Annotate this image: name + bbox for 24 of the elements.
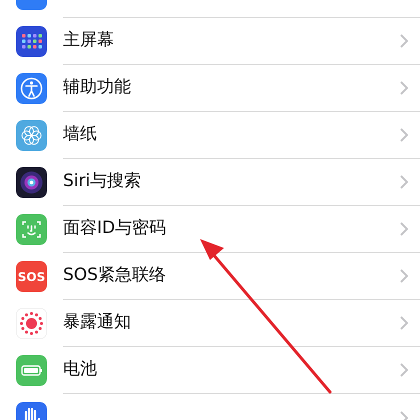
setting-label[interactable]: 暴露通知 (63, 310, 400, 336)
setting-label[interactable]: 面容ID与密码 (63, 216, 400, 242)
setting-label[interactable]: 电池 (63, 357, 400, 383)
chevron-icon (400, 316, 408, 330)
setting-label[interactable]: SOS紧急联络 (63, 263, 400, 289)
chevron-icon (400, 222, 408, 236)
chevron-icon (400, 175, 408, 189)
siri-icon (16, 167, 47, 198)
chevron-icon (400, 269, 408, 283)
setting-label[interactable]: Siri与搜索 (63, 169, 400, 195)
chevron-icon (400, 128, 408, 142)
chevron-icon (400, 34, 408, 48)
sos-icon: SOS (16, 261, 47, 292)
face-id-icon (16, 214, 47, 245)
battery-icon (16, 355, 47, 386)
setting-label[interactable]: 辅助功能 (63, 75, 400, 101)
setting-label[interactable]: 墙纸 (63, 122, 400, 148)
flower-icon (16, 120, 47, 151)
exposure-icon (16, 308, 47, 339)
home-screen-icon (16, 26, 47, 57)
setting-label[interactable]: 主屏幕 (63, 28, 400, 54)
chevron-icon (400, 81, 408, 95)
chevron-icon (400, 363, 408, 377)
accessibility-icon (16, 73, 47, 104)
